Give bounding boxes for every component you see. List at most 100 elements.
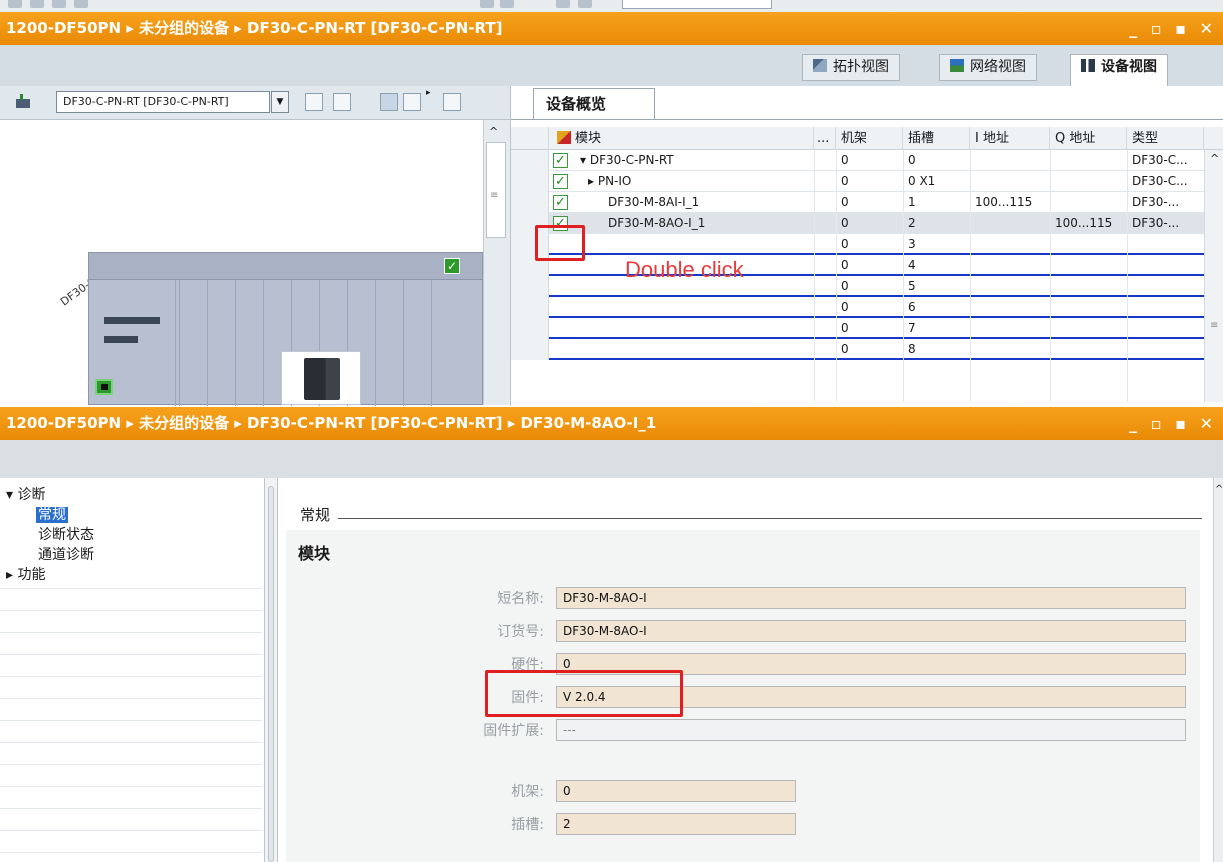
toolbar-icon[interactable] xyxy=(8,0,22,8)
toolbar-icon[interactable] xyxy=(500,0,514,8)
table-cell-i-addr[interactable] xyxy=(970,234,1050,255)
order-number-field[interactable]: DF30-M-8AO-I xyxy=(556,620,1186,642)
row-header[interactable] xyxy=(511,297,549,318)
zoom-icon[interactable] xyxy=(380,93,398,111)
table-cell-q-addr[interactable] xyxy=(1050,171,1127,192)
table-cell-i-addr[interactable] xyxy=(970,213,1050,234)
table-cell-slot[interactable]: 3 xyxy=(903,234,970,255)
row-header[interactable] xyxy=(511,171,549,192)
table-cell-rack[interactable]: 0 xyxy=(836,276,903,297)
table-cell-type[interactable]: DF30-... xyxy=(1127,192,1204,213)
overview-icon[interactable] xyxy=(443,93,461,111)
table-row[interactable]: 04 xyxy=(511,255,1223,276)
table-cell-module[interactable] xyxy=(603,234,814,255)
table-cell-type[interactable]: DF30-C... xyxy=(1127,171,1204,192)
table-cell-module[interactable] xyxy=(603,339,814,360)
module-image[interactable] xyxy=(281,351,361,405)
table-cell-type[interactable] xyxy=(1127,276,1204,297)
table-cell-i-addr[interactable] xyxy=(970,171,1050,192)
table-cell-q-addr[interactable] xyxy=(1050,297,1127,318)
table-row[interactable]: ✓ DF30-M-8AI-I_1 0 1 100...115 DF30-... xyxy=(511,192,1223,213)
toolbar-icon[interactable] xyxy=(74,0,88,8)
toolbar-icon[interactable] xyxy=(30,0,44,8)
tab-topology-view[interactable]: 拓扑视图 xyxy=(802,54,900,81)
tree-item-diagnostics[interactable]: ▾ 诊断 xyxy=(6,484,45,504)
properties-scrollbar[interactable]: ^ xyxy=(1213,478,1223,862)
table-cell-rack[interactable]: 0 xyxy=(836,339,903,360)
scroll-up-icon[interactable]: ^ xyxy=(489,125,498,138)
header-type[interactable]: 类型 xyxy=(1127,127,1204,150)
rack-field[interactable]: 0 xyxy=(556,780,796,802)
table-cell-i-addr[interactable]: 100...115 xyxy=(970,192,1050,213)
table-cell-slot[interactable]: 6 xyxy=(903,297,970,318)
table-cell-slot[interactable]: 0 xyxy=(903,150,970,171)
table-cell-slot[interactable]: 4 xyxy=(903,255,970,276)
table-cell-rack[interactable]: 0 xyxy=(836,192,903,213)
header-more[interactable]: ... xyxy=(814,127,836,150)
table-cell-type[interactable] xyxy=(1127,234,1204,255)
tree-item-functions[interactable]: ▸ 功能 xyxy=(6,564,45,584)
table-cell-q-addr[interactable] xyxy=(1050,150,1127,171)
toolbar-icon[interactable] xyxy=(556,0,570,8)
table-cell-type[interactable]: DF30-... xyxy=(1127,213,1204,234)
table-cell-q-addr[interactable] xyxy=(1050,255,1127,276)
row-header[interactable] xyxy=(511,318,549,339)
row-header[interactable] xyxy=(511,339,549,360)
table-cell-slot[interactable]: 7 xyxy=(903,318,970,339)
network-device-icon[interactable] xyxy=(14,93,32,111)
table-row[interactable]: 06 xyxy=(511,297,1223,318)
tree-item-general[interactable]: 常规 xyxy=(36,504,68,524)
header-q-address[interactable]: Q 地址 xyxy=(1050,127,1127,150)
chevron-down-icon[interactable]: ▼ xyxy=(271,91,289,113)
table-cell-i-addr[interactable] xyxy=(970,339,1050,360)
table-row[interactable]: 03 xyxy=(511,234,1223,255)
table-cell-rack[interactable]: 0 xyxy=(836,213,903,234)
tab-device-overview[interactable]: 设备概览 xyxy=(533,88,655,120)
table-cell-slot[interactable]: 1 xyxy=(903,192,970,213)
short-name-field[interactable]: DF30-M-8AO-I xyxy=(556,587,1186,609)
table-cell-i-addr[interactable] xyxy=(970,297,1050,318)
table-cell-module[interactable]: ▾ DF30-C-PN-RT xyxy=(575,150,814,171)
canvas-scrollbar[interactable]: ^ ≡ xyxy=(483,120,510,405)
table-cell-rack[interactable]: 0 xyxy=(836,150,903,171)
scroll-up-icon[interactable]: ^ xyxy=(1215,484,1223,495)
header-rack[interactable]: 机架 xyxy=(836,127,903,150)
row-header[interactable] xyxy=(511,276,549,297)
table-cell-rack[interactable]: 0 xyxy=(836,297,903,318)
header-module[interactable]: 模块 xyxy=(549,127,814,150)
table-row[interactable]: ✓ ▾ DF30-C-PN-RT 0 0 DF30-C... xyxy=(511,150,1223,171)
row-header[interactable] xyxy=(511,150,549,171)
table-cell-slot[interactable]: 2 xyxy=(903,213,970,234)
table-cell-type[interactable] xyxy=(1127,255,1204,276)
table-cell-module[interactable]: DF30-M-8AI-I_1 xyxy=(603,192,814,213)
table-cell-i-addr[interactable] xyxy=(970,255,1050,276)
overview-scrollbar[interactable]: ^ ≡ xyxy=(1204,150,1223,402)
slot-field[interactable]: 2 xyxy=(556,813,796,835)
table-cell-q-addr[interactable] xyxy=(1050,192,1127,213)
window-controls[interactable]: _ ▫ ▪ ✕ xyxy=(1129,407,1217,440)
grid-icon[interactable] xyxy=(403,93,421,111)
table-cell-module[interactable] xyxy=(603,297,814,318)
chevron-right-icon[interactable]: ▸ xyxy=(426,88,431,98)
table-cell-rack[interactable]: 0 xyxy=(836,318,903,339)
row-header[interactable] xyxy=(511,192,549,213)
port-icon[interactable] xyxy=(95,379,113,395)
device-rack[interactable]: ✓ xyxy=(88,252,483,406)
header-slot[interactable]: 插槽 xyxy=(903,127,970,150)
tab-device-view[interactable]: 设备视图 xyxy=(1070,54,1168,86)
window-controls[interactable]: _ ▫ ▪ ✕ xyxy=(1129,12,1217,45)
layout-icon[interactable] xyxy=(305,93,323,111)
device-select[interactable]: DF30-C-PN-RT [DF30-C-PN-RT] xyxy=(56,91,270,113)
table-cell-module[interactable] xyxy=(603,318,814,339)
table-cell-q-addr[interactable]: 100...115 xyxy=(1050,213,1127,234)
table-row[interactable]: 05 xyxy=(511,276,1223,297)
table-cell-type[interactable]: DF30-C... xyxy=(1127,150,1204,171)
table-cell-rack[interactable]: 0 xyxy=(836,255,903,276)
scroll-up-icon[interactable]: ^ xyxy=(1210,152,1219,165)
table-row[interactable]: 08 xyxy=(511,339,1223,360)
table-cell-module[interactable]: DF30-M-8AO-I_1 xyxy=(603,213,814,234)
project-search-input[interactable] xyxy=(622,0,772,9)
panel-splitter[interactable] xyxy=(265,478,278,862)
table-cell-rack[interactable]: 0 xyxy=(836,234,903,255)
table-cell-rack[interactable]: 0 xyxy=(836,171,903,192)
